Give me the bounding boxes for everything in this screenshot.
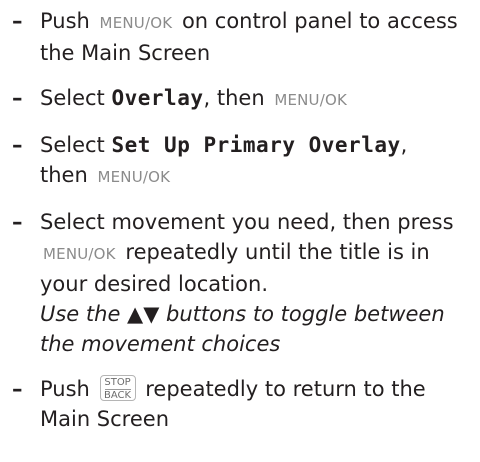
step-2: – Select Overlay, then MENU/OK bbox=[12, 83, 480, 115]
bullet-dash: – bbox=[12, 210, 23, 234]
menu-ok-button-label: MENU/OK bbox=[274, 91, 348, 109]
menu-ok-button-label: MENU/OK bbox=[43, 245, 116, 263]
instruction-list: – Push MENU/OK on control panel to acces… bbox=[0, 0, 480, 434]
key-top-label: STOP bbox=[104, 377, 131, 388]
key-bottom-label: BACK bbox=[104, 390, 132, 401]
bullet-dash: – bbox=[12, 9, 23, 33]
bullet-dash: – bbox=[12, 86, 23, 110]
step-text: then bbox=[40, 163, 88, 187]
step-text: Select bbox=[40, 133, 105, 157]
step-text: Push bbox=[40, 377, 90, 401]
bullet-dash: – bbox=[12, 133, 23, 157]
bullet-dash: – bbox=[12, 377, 23, 401]
menu-item-set-up-primary-overlay: Set Up Primary Overlay bbox=[111, 133, 401, 157]
step-note: Use the ▲▼ buttons to toggle between the… bbox=[40, 302, 445, 356]
step-4: – Select movement you need, then press M… bbox=[12, 207, 480, 359]
step-text: repeatedly to return to the Main Screen bbox=[40, 377, 426, 431]
step-1: – Push MENU/OK on control panel to acces… bbox=[12, 6, 480, 68]
step-text: , bbox=[400, 133, 408, 157]
menu-ok-button-label: MENU/OK bbox=[97, 168, 171, 186]
step-text: , then bbox=[203, 86, 265, 110]
step-5: – Push STOP BACK repeatedly to return to … bbox=[12, 374, 480, 434]
menu-ok-button-label: MENU/OK bbox=[99, 14, 173, 32]
menu-item-overlay: Overlay bbox=[111, 86, 204, 110]
step-text: Push bbox=[40, 9, 90, 33]
step-text: Select bbox=[40, 86, 105, 110]
stop-back-key-icon: STOP BACK bbox=[99, 375, 136, 401]
step-3: – Select Set Up Primary Overlay, then ME… bbox=[12, 130, 480, 192]
step-text: Select movement you need, then press bbox=[40, 210, 454, 234]
